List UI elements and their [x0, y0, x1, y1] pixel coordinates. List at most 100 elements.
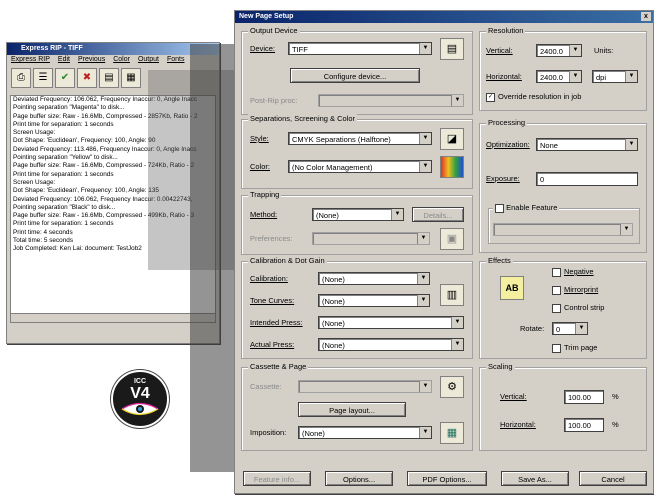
- chevron-down-icon[interactable]: ▼: [419, 43, 431, 54]
- tone-curves-value: (None): [322, 297, 345, 306]
- feature-select[interactable]: ▼: [493, 223, 633, 236]
- menu-previous[interactable]: Previous: [78, 56, 105, 63]
- trapping-icon[interactable]: ▣: [440, 228, 464, 250]
- close-icon[interactable]: x: [641, 12, 651, 21]
- negative-checkbox[interactable]: [552, 268, 561, 277]
- trim-page-checkbox[interactable]: [552, 344, 561, 353]
- icc-v4-logo: ICC V4: [111, 370, 169, 428]
- horizontal-resolution-select[interactable]: 2400.0 ▼: [536, 70, 582, 83]
- page-layout-button[interactable]: Page layout...: [298, 402, 406, 417]
- cassette-select[interactable]: ▼: [298, 380, 432, 393]
- chevron-down-icon[interactable]: ▼: [625, 139, 637, 150]
- options-button[interactable]: Options...: [325, 471, 393, 486]
- calibration-select[interactable]: (None) ▼: [318, 272, 430, 285]
- pdf-options-button[interactable]: PDF Options...: [407, 471, 487, 486]
- effects-preview-icon: AB: [500, 276, 524, 300]
- style-value: CMYK Separations (Halftone): [292, 135, 391, 144]
- menu-edit[interactable]: Edit: [58, 56, 70, 63]
- chevron-down-icon[interactable]: ▼: [569, 45, 581, 56]
- horizontal-scaling-input[interactable]: 100.00: [564, 418, 604, 432]
- trapping-details-button[interactable]: Details...: [412, 207, 464, 222]
- check-icon[interactable]: ✔: [55, 68, 75, 88]
- method-label: Method:: [250, 210, 278, 219]
- cancel-button[interactable]: Cancel: [579, 471, 647, 486]
- menu-color[interactable]: Color: [113, 56, 130, 63]
- calibration-group: Calibration & Dot Gain Calibration: (Non…: [241, 256, 473, 359]
- chevron-down-icon[interactable]: ▼: [575, 323, 587, 334]
- vertical-scaling-unit: %: [612, 392, 619, 401]
- configure-device-button[interactable]: Configure device...: [290, 68, 420, 83]
- express-rip-toolbar: ⎙ ☰ ✔ ✖ ▤ ▦: [11, 68, 143, 90]
- calibration-icon[interactable]: ▥: [440, 284, 464, 306]
- tone-curves-select[interactable]: (None) ▼: [318, 294, 430, 307]
- save-as-button[interactable]: Save As...: [501, 471, 569, 486]
- enable-feature-label: Enable Feature: [506, 203, 558, 212]
- menu-output[interactable]: Output: [138, 56, 159, 63]
- horizontal-scrollbar[interactable]: [10, 313, 216, 323]
- control-strip-checkbox[interactable]: [552, 304, 561, 313]
- separations-group: Separations, Screening & Color Style: CM…: [241, 114, 473, 189]
- preferences-select[interactable]: ▼: [312, 232, 430, 245]
- chevron-down-icon[interactable]: ▼: [417, 273, 429, 284]
- trim-page-label: Trim page: [564, 343, 598, 352]
- units-select[interactable]: dpi ▼: [592, 70, 638, 83]
- setup-icon[interactable]: ▦: [121, 68, 141, 88]
- color-label: Color:: [250, 162, 271, 171]
- method-select[interactable]: (None) ▼: [312, 208, 404, 221]
- enable-feature-checkbox[interactable]: [495, 203, 504, 213]
- chevron-down-icon[interactable]: ▼: [419, 133, 431, 144]
- chevron-down-icon[interactable]: ▼: [451, 339, 463, 350]
- optimization-label: Optimization:: [486, 140, 530, 149]
- optimization-select[interactable]: None ▼: [536, 138, 638, 151]
- output-device-group: Output Device Device: TIFF ▼ ▤ Configure …: [241, 26, 473, 115]
- chevron-down-icon[interactable]: ▼: [419, 381, 431, 392]
- group-label: Calibration & Dot Gain: [248, 256, 327, 265]
- chevron-down-icon[interactable]: ▼: [451, 317, 463, 328]
- vertical-resolution-select[interactable]: 2400.0 ▼: [536, 44, 582, 57]
- override-resolution-checkbox[interactable]: ✓: [486, 93, 495, 102]
- print-icon[interactable]: ⎙: [11, 68, 31, 88]
- chevron-down-icon[interactable]: ▼: [625, 71, 637, 82]
- screening-icon[interactable]: ◪: [440, 128, 464, 150]
- chevron-down-icon[interactable]: ▼: [419, 161, 431, 172]
- color-value: (No Color Management): [292, 163, 373, 172]
- imposition-label: Imposition:: [250, 428, 287, 437]
- page-icon[interactable]: ▤: [99, 68, 119, 88]
- cassette-label: Cassette:: [250, 382, 282, 391]
- actual-press-select[interactable]: (None) ▼: [318, 338, 464, 351]
- intended-press-select[interactable]: (None) ▼: [318, 316, 464, 329]
- preferences-label: Preferences:: [250, 234, 293, 243]
- chevron-down-icon[interactable]: ▼: [451, 95, 463, 106]
- rotate-select[interactable]: 0 ▼: [552, 322, 588, 335]
- color-management-icon[interactable]: [440, 156, 464, 178]
- style-select[interactable]: CMYK Separations (Halftone) ▼: [288, 132, 432, 145]
- device-select[interactable]: TIFF ▼: [288, 42, 432, 55]
- vertical-scaling-input[interactable]: 100.00: [564, 390, 604, 404]
- intended-press-value: (None): [322, 319, 345, 328]
- mirrorprint-checkbox[interactable]: [552, 286, 561, 295]
- menu-express-rip[interactable]: Express RIP: [11, 56, 50, 63]
- group-label: Output Device: [248, 26, 300, 35]
- stop-icon[interactable]: ✖: [77, 68, 97, 88]
- chevron-down-icon[interactable]: ▼: [569, 71, 581, 82]
- dialog-title: New Page Setup: [239, 13, 294, 20]
- express-rip-titlebar: Express RIP - TIFF: [7, 43, 219, 55]
- chevron-down-icon[interactable]: ▼: [417, 233, 429, 244]
- color-select[interactable]: (No Color Management) ▼: [288, 160, 432, 173]
- queue-icon[interactable]: ☰: [33, 68, 53, 88]
- menu-fonts[interactable]: Fonts: [167, 56, 185, 63]
- chevron-down-icon[interactable]: ▼: [419, 427, 431, 438]
- enable-feature-legend: Enable Feature: [493, 203, 560, 213]
- intended-press-label: Intended Press:: [250, 318, 303, 327]
- cassette-icon[interactable]: ⚙: [440, 376, 464, 398]
- imposition-icon[interactable]: ▦: [440, 422, 464, 444]
- exposure-input[interactable]: 0: [536, 172, 638, 186]
- previous-button[interactable]: Feature info...: [243, 471, 311, 486]
- device-properties-icon[interactable]: ▤: [440, 38, 464, 60]
- imposition-select[interactable]: (None) ▼: [298, 426, 432, 439]
- chevron-down-icon[interactable]: ▼: [391, 209, 403, 220]
- chevron-down-icon[interactable]: ▼: [620, 224, 632, 235]
- chevron-down-icon[interactable]: ▼: [417, 295, 429, 306]
- vertical-resolution-value: 2400.0: [540, 47, 563, 56]
- post-rip-select[interactable]: ▼: [318, 94, 464, 107]
